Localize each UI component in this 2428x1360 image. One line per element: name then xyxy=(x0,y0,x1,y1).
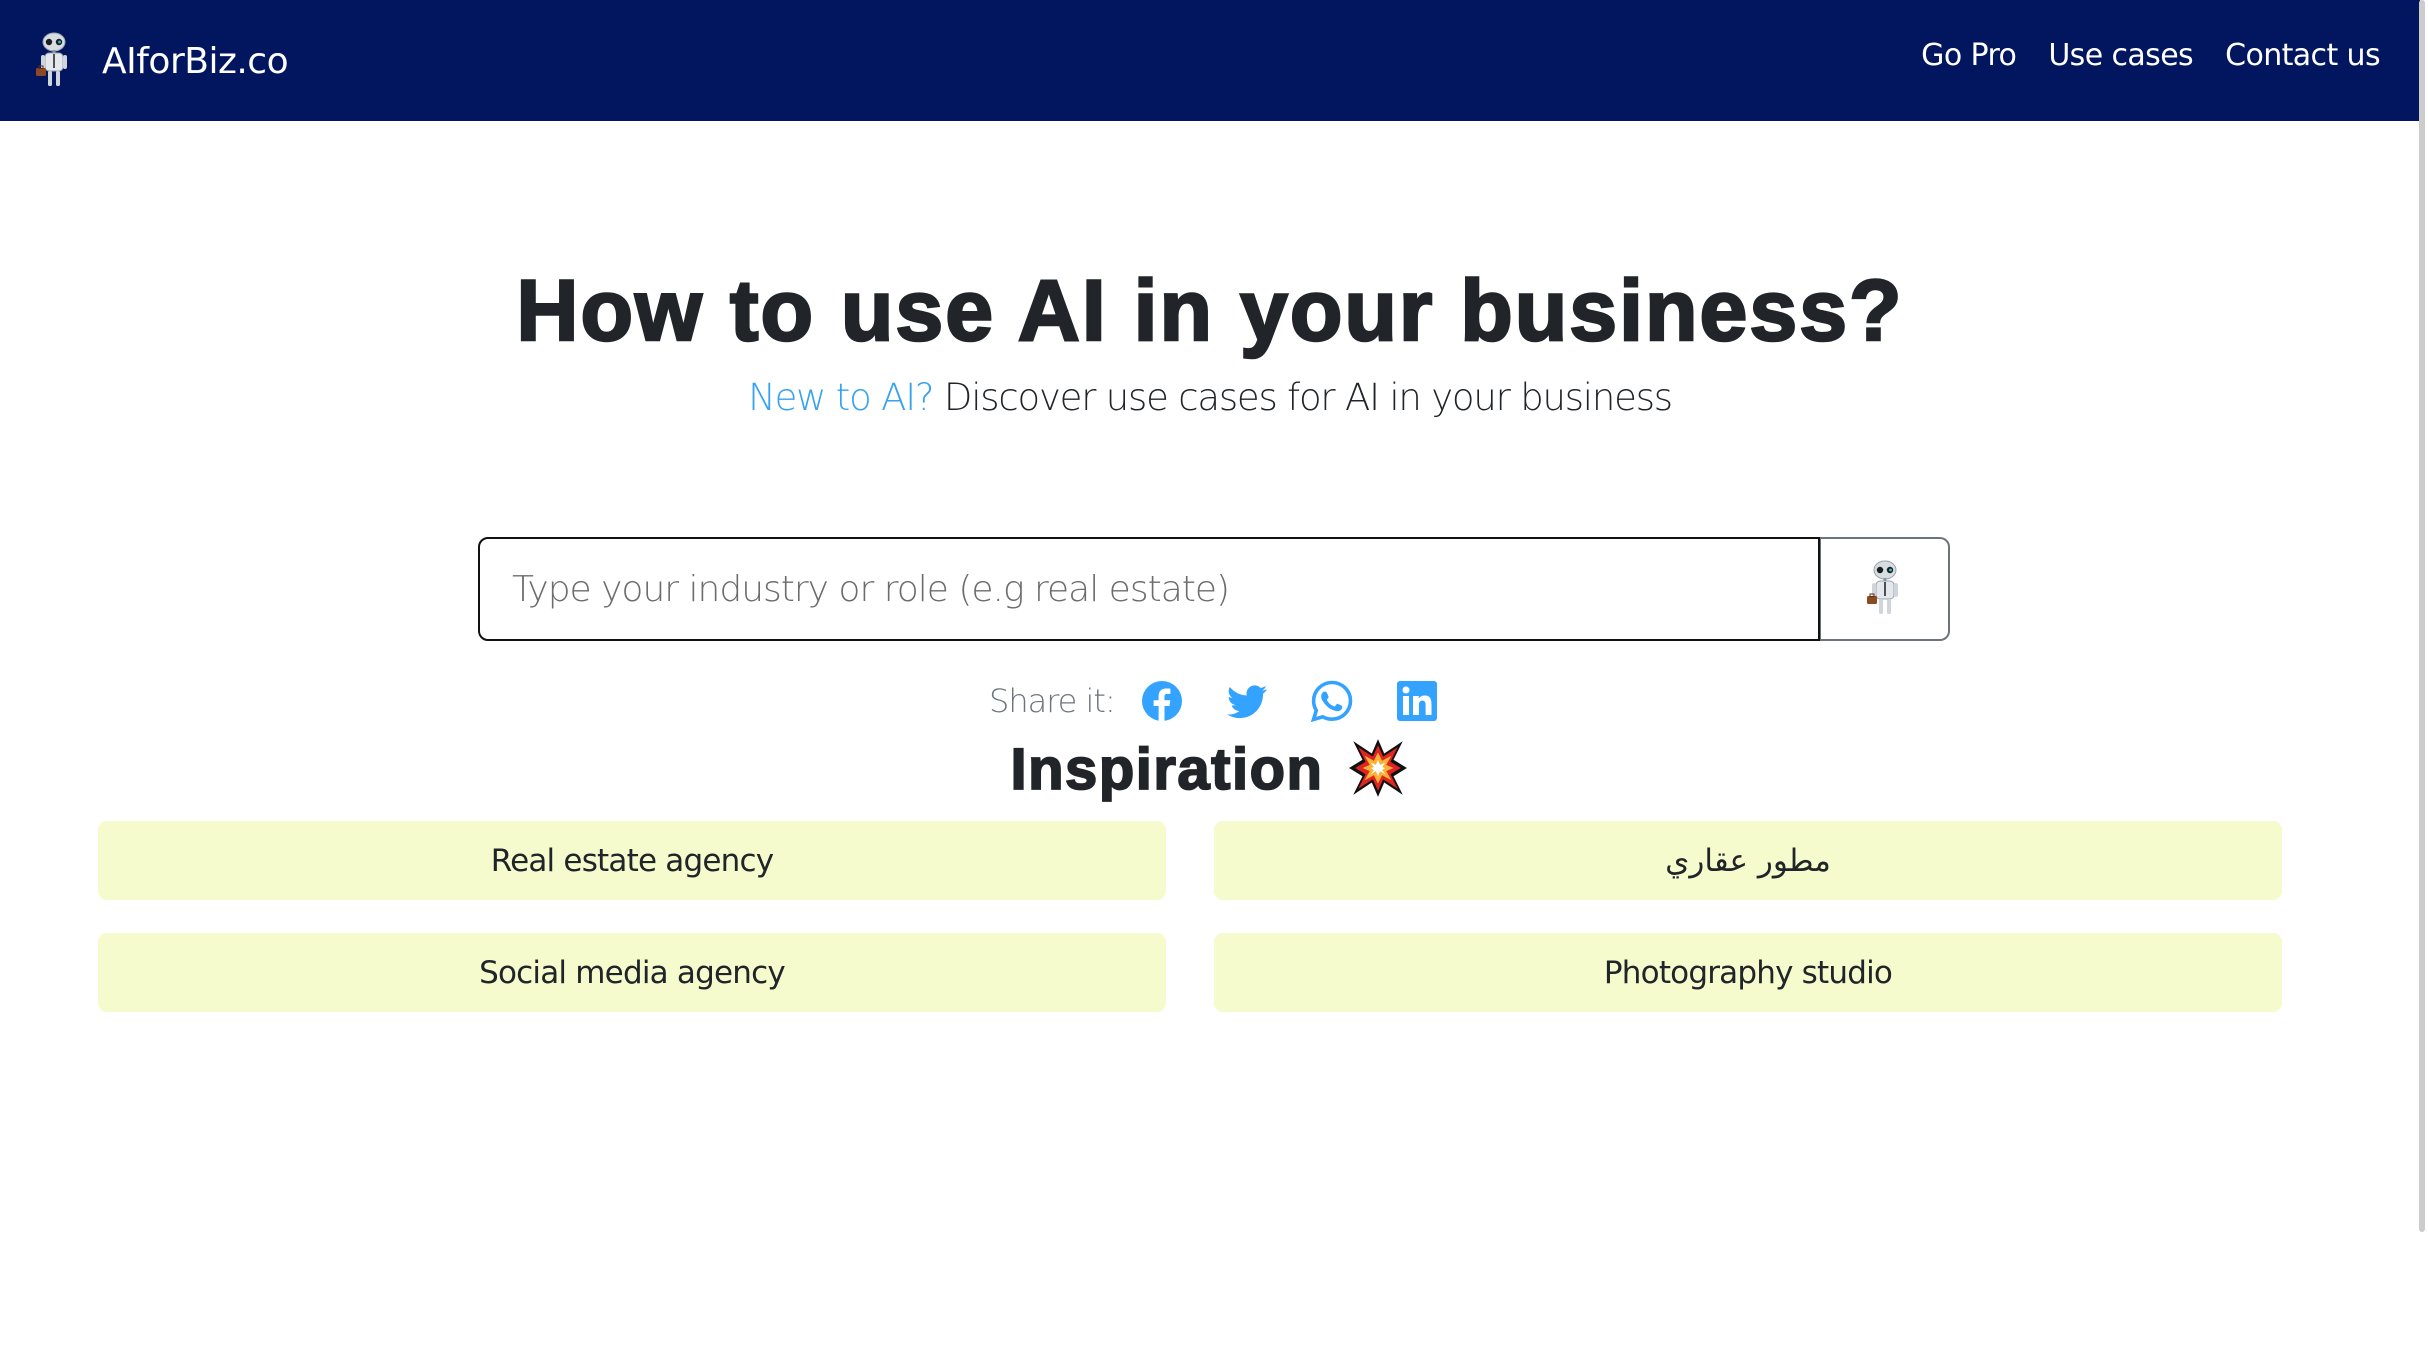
whatsapp-icon[interactable] xyxy=(1310,680,1353,722)
inspiration-heading: Inspiration xyxy=(0,736,2420,803)
industry-search-input[interactable] xyxy=(478,537,1820,641)
nav-links: Go Pro Use cases Contact us xyxy=(1921,38,2380,73)
navbar: AIforBiz.co Go Pro Use cases Contact us xyxy=(0,0,2420,121)
page: AIforBiz.co Go Pro Use cases Contact us … xyxy=(0,0,2428,1360)
search-group xyxy=(478,537,1950,641)
inspiration-card[interactable]: مطور عقاري xyxy=(1214,821,2282,900)
page-title: How to use AI in your business? xyxy=(515,262,1904,361)
subtitle-text: Discover use cases for AI in your busine… xyxy=(933,376,1673,419)
facebook-icon[interactable] xyxy=(1141,680,1183,722)
robot-icon xyxy=(1866,560,1898,614)
share-label: Share it: xyxy=(989,682,1116,720)
inspiration-cards: Real estate agency مطور عقاري Social med… xyxy=(98,821,2282,1012)
page-scrollbar[interactable] xyxy=(2419,0,2425,1232)
search-submit-button[interactable] xyxy=(1820,537,1950,641)
nav-use-cases[interactable]: Use cases xyxy=(2048,38,2193,73)
inspiration-title: Inspiration xyxy=(1010,736,1324,803)
brand-name: AIforBiz.co xyxy=(102,40,289,82)
new-to-ai-link[interactable]: New to AI? xyxy=(748,376,934,419)
collision-icon xyxy=(1349,739,1408,797)
nav-go-pro[interactable]: Go Pro xyxy=(1921,38,2017,73)
linkedin-icon[interactable] xyxy=(1396,680,1438,722)
share-row: Share it: xyxy=(989,676,1438,726)
twitter-icon[interactable] xyxy=(1226,680,1268,722)
page-subtitle: New to AI? Discover use cases for AI in … xyxy=(0,376,2420,419)
robot-logo-icon xyxy=(36,32,67,86)
brand-link[interactable]: AIforBiz.co xyxy=(34,30,289,92)
nav-contact-us[interactable]: Contact us xyxy=(2225,38,2381,73)
inspiration-card[interactable]: Real estate agency xyxy=(98,821,1166,900)
inspiration-card[interactable]: Photography studio xyxy=(1214,933,2282,1012)
inspiration-card[interactable]: Social media agency xyxy=(98,933,1166,1012)
